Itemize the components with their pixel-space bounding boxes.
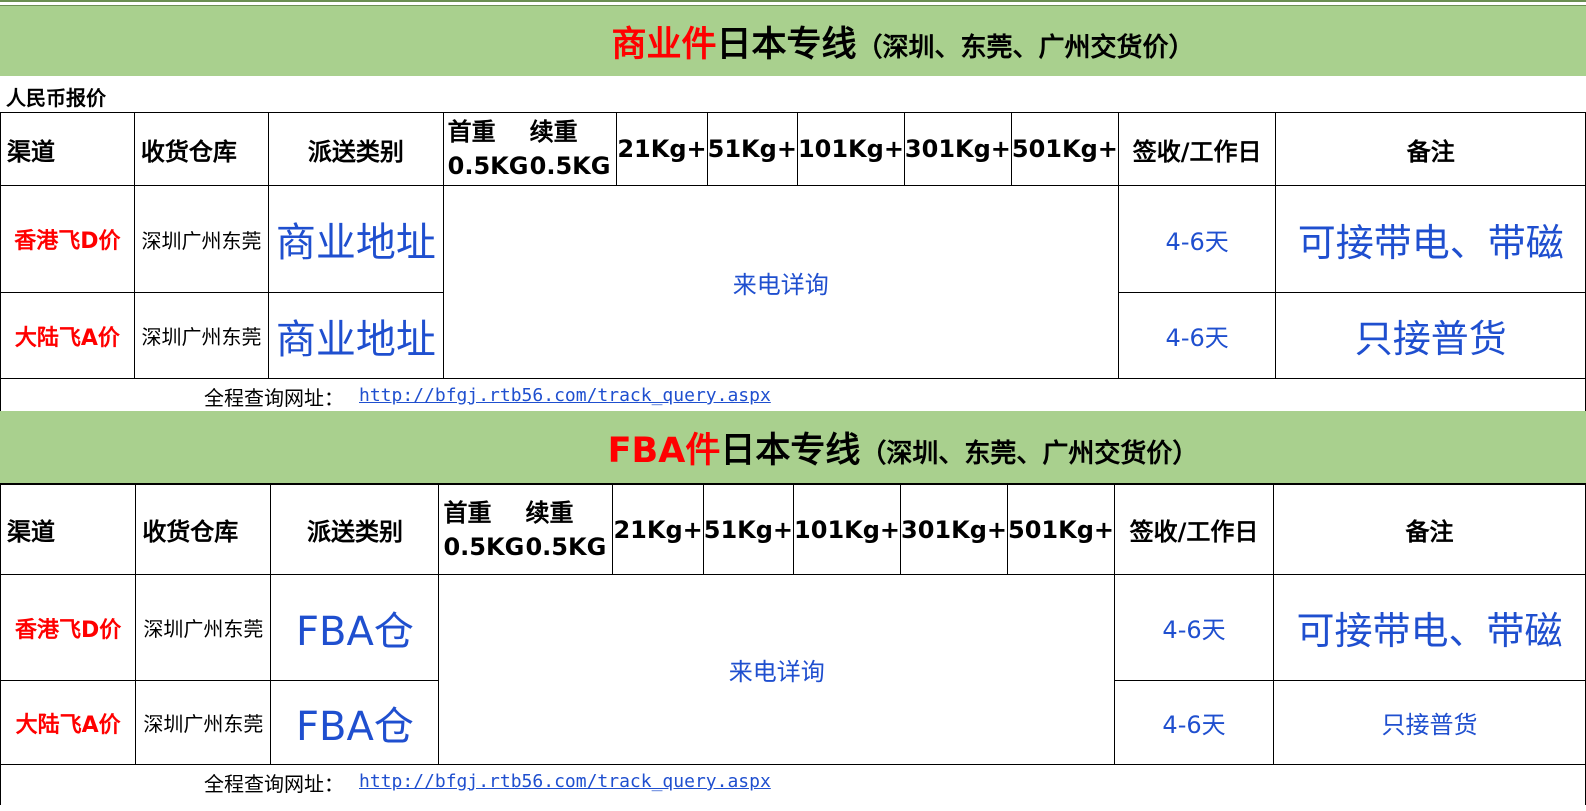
header-delivery-type: 派送类别 <box>270 484 440 575</box>
spreadsheet: 商业件日本专线（深圳、东莞、广州交货价） 人民币报价 渠道 收货仓库 派送类别 … <box>0 0 1586 811</box>
header-extra-weight-value: 0.5KG <box>525 532 607 561</box>
header-501kg: 501Kg+ <box>1007 484 1115 575</box>
delivery-type-cell: FBA仓 <box>270 574 440 681</box>
table-header-row: 渠道 收货仓库 派送类别 首重 续重 0.5KG0.5KG 21Kg+ 51Kg+… <box>0 112 1586 186</box>
remark-cell: 可接带电、带磁 <box>1275 185 1586 293</box>
table-row: 香港飞D价 深圳广州东莞 商业地址 来电详询 4-6天 可接带电、带磁 <box>0 185 1586 379</box>
section1-rate-table: 渠道 收货仓库 派送类别 首重 续重 0.5KG0.5KG 21Kg+ 51Kg+… <box>0 112 1586 379</box>
header-weight: 首重 续重 0.5KG0.5KG <box>442 112 618 186</box>
channel-cell: 香港飞D价 <box>0 185 135 293</box>
header-channel: 渠道 <box>0 112 135 186</box>
header-remarks: 备注 <box>1273 484 1586 575</box>
section2-title-sub: （深圳、东莞、广州交货价） <box>860 438 1199 469</box>
header-51kg: 51Kg+ <box>702 484 795 575</box>
header-101kg: 101Kg+ <box>793 484 902 575</box>
section2-title-black: 日本专线 <box>720 430 861 471</box>
table-header-row: 渠道 收货仓库 派送类别 首重 续重 0.5KG0.5KG 21Kg+ 51Kg+… <box>0 484 1586 575</box>
channel-cell: 大陆飞A价 <box>0 680 137 765</box>
section2-title-red: FBA件 <box>607 430 721 471</box>
remark-cell: 只接普货 <box>1273 680 1586 765</box>
section2-tracking-row: 全程查询网址： http://bfgj.rtb56.com/track_quer… <box>0 765 1586 805</box>
warehouse-cell: 深圳广州东莞 <box>135 680 272 765</box>
section1-title-red: 商业件 <box>611 24 717 65</box>
header-21kg: 21Kg+ <box>612 484 704 575</box>
header-delivery-type: 派送类别 <box>268 112 444 186</box>
channel-cell: 香港飞D价 <box>0 574 137 681</box>
warehouse-cell: 深圳广州东莞 <box>133 292 270 379</box>
table-row: 香港飞D价 深圳广州东莞 FBA仓 来电详询 4-6天 可接带电、带磁 <box>0 574 1586 765</box>
price-cell: 来电详询 <box>442 185 1119 379</box>
warehouse-cell: 深圳广州东莞 <box>133 185 270 293</box>
delivery-type-cell: 商业地址 <box>268 185 444 293</box>
header-first-weight: 首重 <box>443 498 492 527</box>
delivery-type-cell: 商业地址 <box>268 292 444 379</box>
header-warehouse: 收货仓库 <box>133 112 270 186</box>
tracking-link[interactable]: http://bfgj.rtb56.com/track_query.aspx <box>359 385 771 406</box>
delivery-type-cell: FBA仓 <box>270 680 440 765</box>
section1-tracking-row: 全程查询网址： http://bfgj.rtb56.com/track_quer… <box>0 379 1586 411</box>
section2-title: FBA件日本专线（深圳、东莞、广州交货价） <box>608 422 1199 473</box>
section1-title-sub: （深圳、东莞、广州交货价） <box>856 32 1195 63</box>
header-sign-days: 签收/工作日 <box>1117 112 1277 186</box>
header-first-weight-value: 0.5KG <box>443 532 525 561</box>
header-extra-weight: 续重 <box>525 498 574 527</box>
header-501kg: 501Kg+ <box>1010 112 1119 186</box>
days-cell: 4-6天 <box>1117 185 1277 293</box>
days-cell: 4-6天 <box>1117 292 1277 379</box>
header-extra-weight: 续重 <box>529 118 578 146</box>
header-warehouse: 收货仓库 <box>135 484 272 575</box>
currency-note: 人民币报价 <box>6 86 106 110</box>
section1-title: 商业件日本专线（深圳、东莞、广州交货价） <box>611 16 1194 67</box>
remark-cell: 只接普货 <box>1275 292 1586 379</box>
tracking-label: 全程查询网址： <box>204 772 344 796</box>
header-51kg: 51Kg+ <box>706 112 798 186</box>
header-301kg: 301Kg+ <box>903 112 1012 186</box>
days-cell: 4-6天 <box>1113 574 1275 681</box>
warehouse-cell: 深圳广州东莞 <box>135 574 272 681</box>
header-21kg: 21Kg+ <box>616 112 708 186</box>
days-cell: 4-6天 <box>1113 680 1275 765</box>
section2-banner: FBA件日本专线（深圳、东莞、广州交货价） <box>0 411 1586 484</box>
header-first-weight: 首重 <box>447 118 496 146</box>
channel-cell: 大陆飞A价 <box>0 292 135 379</box>
section1-banner: 商业件日本专线（深圳、东莞、广州交货价） <box>0 6 1586 76</box>
header-channel: 渠道 <box>0 484 137 575</box>
section1-title-black: 日本专线 <box>716 24 857 65</box>
header-301kg: 301Kg+ <box>900 484 1009 575</box>
header-extra-weight-value: 0.5KG <box>529 152 611 180</box>
tracking-link[interactable]: http://bfgj.rtb56.com/track_query.aspx <box>359 771 771 792</box>
remark-cell: 可接带电、带磁 <box>1273 574 1586 681</box>
header-remarks: 备注 <box>1275 112 1586 186</box>
header-weight: 首重 续重 0.5KG0.5KG <box>438 484 614 575</box>
header-first-weight-value: 0.5KG <box>447 152 529 180</box>
price-cell: 来电详询 <box>438 574 1115 765</box>
header-sign-days: 签收/工作日 <box>1113 484 1275 575</box>
header-101kg: 101Kg+ <box>796 112 905 186</box>
tracking-label: 全程查询网址： <box>204 386 344 410</box>
section2-rate-table: 渠道 收货仓库 派送类别 首重 续重 0.5KG0.5KG 21Kg+ 51Kg+… <box>0 484 1586 765</box>
